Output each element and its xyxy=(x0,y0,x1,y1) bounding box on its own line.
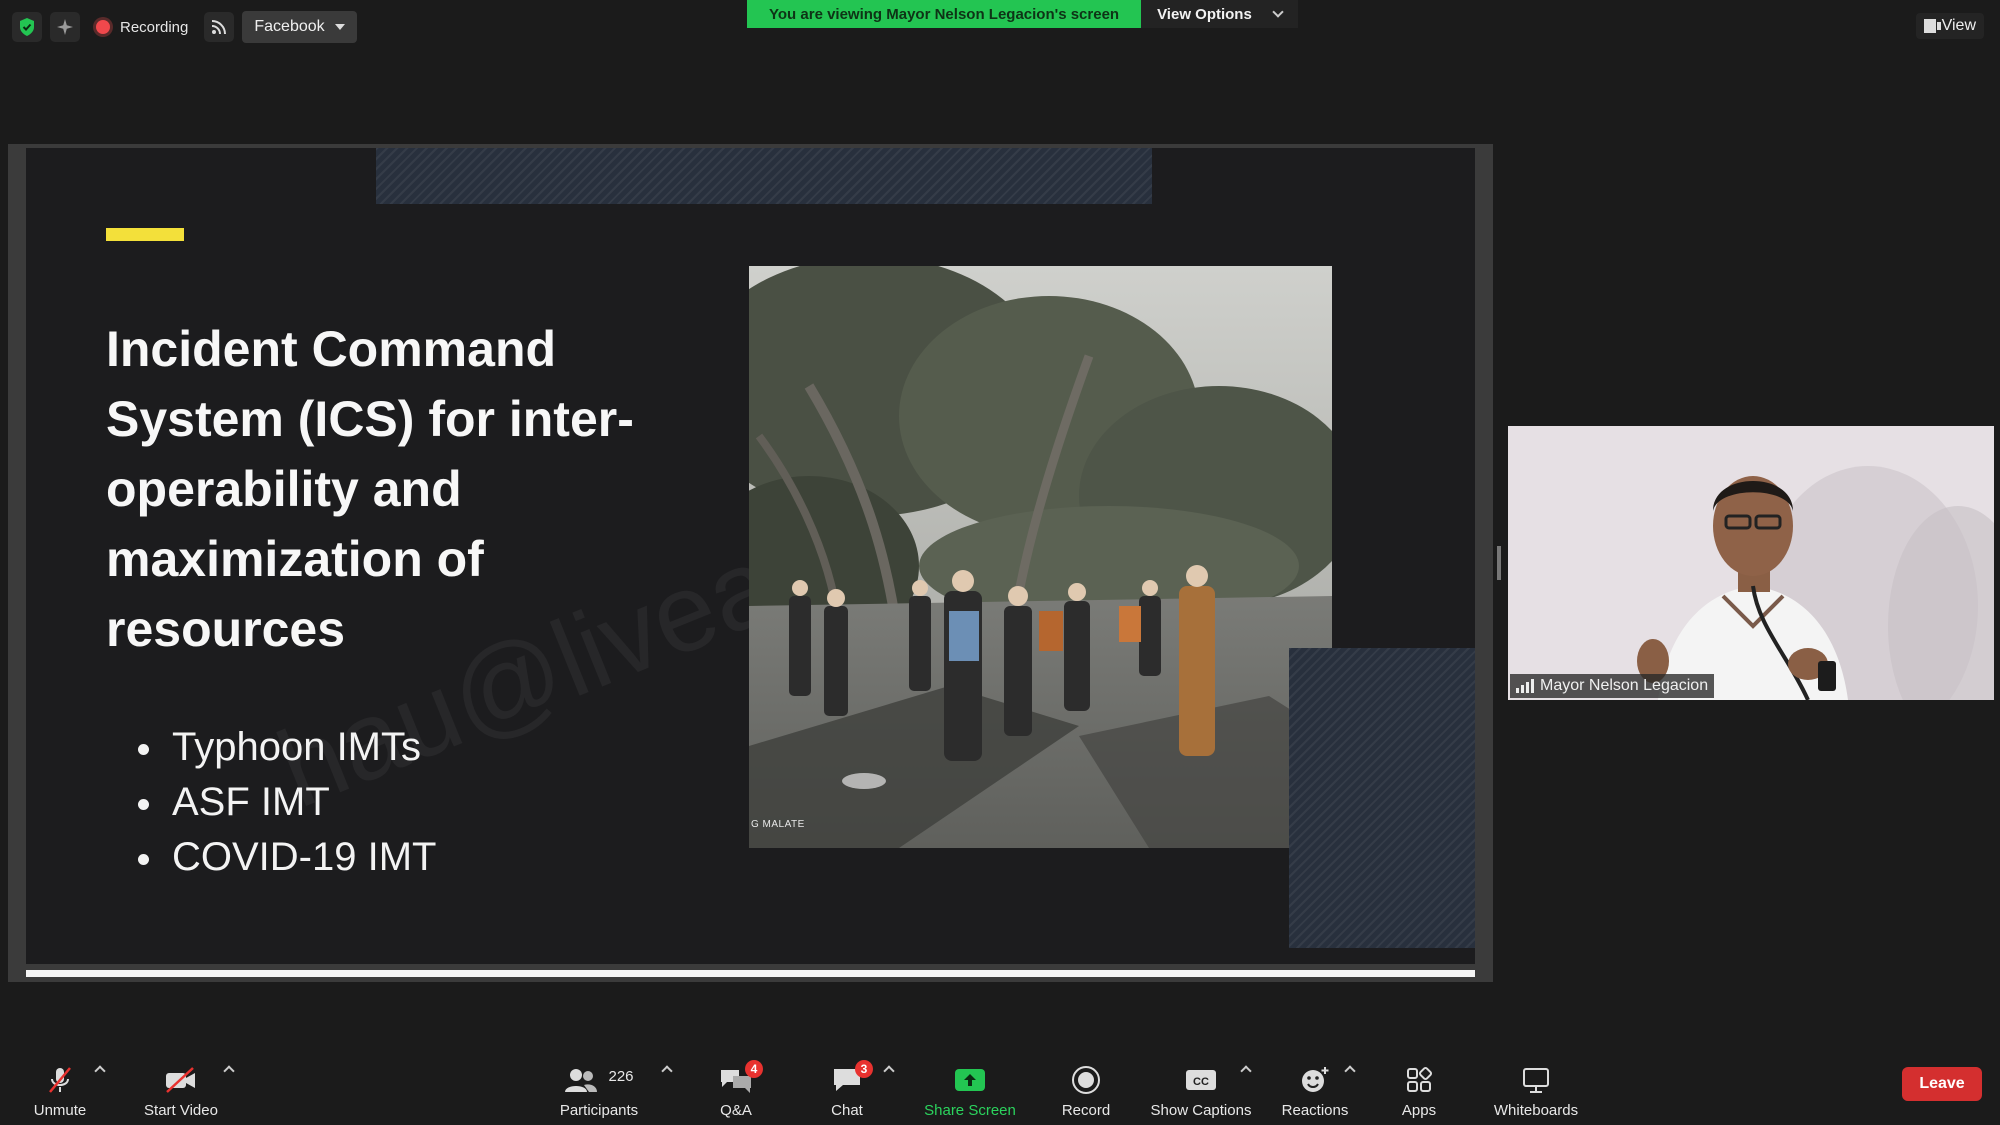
view-button-label: View xyxy=(1941,17,1976,34)
meeting-toolbar: Unmute Start Video 226 Participants 4 Q&… xyxy=(0,1051,2000,1125)
slide-title: Incident Command System (ICS) for inter-… xyxy=(106,321,634,657)
recording-dot-icon xyxy=(96,20,110,34)
viewing-banner: You are viewing Mayor Nelson Legacion's … xyxy=(747,0,1298,28)
live-stream-target-label: Facebook xyxy=(254,18,325,35)
responders-photo xyxy=(749,266,1332,848)
leave-button[interactable]: Leave xyxy=(1902,1067,1982,1101)
caret-down-icon xyxy=(334,24,345,30)
reactions-label: Reactions xyxy=(1281,1102,1349,1119)
presentation-slide: hau@livea Incident Command System (ICS) … xyxy=(26,148,1475,964)
photo-credit: G MALATE xyxy=(751,819,805,830)
whiteboards-button[interactable]: Whiteboards xyxy=(1488,1051,1584,1125)
record-label: Record xyxy=(1061,1102,1111,1119)
share-screen-button[interactable]: Share Screen xyxy=(920,1051,1020,1125)
qa-badge: 4 xyxy=(745,1060,763,1078)
participants-button[interactable]: 226 Participants xyxy=(555,1051,643,1125)
reactions-icon xyxy=(1299,1064,1331,1096)
meeting-window: Recording Facebook You are viewing Mayor… xyxy=(0,0,2000,1125)
share-screen-icon xyxy=(953,1064,987,1096)
recording-indicator[interactable]: Recording xyxy=(88,12,196,42)
participants-icon-group: 226 xyxy=(564,1064,634,1096)
chat-button[interactable]: 3 Chat xyxy=(822,1051,873,1125)
participant-name-tag: Mayor Nelson Legacion xyxy=(1510,674,1715,698)
start-video-button[interactable]: Start Video xyxy=(138,1051,224,1125)
video-off-icon xyxy=(163,1064,199,1096)
chat-badge: 3 xyxy=(855,1060,873,1078)
participant-count: 226 xyxy=(608,1067,634,1085)
recording-label: Recording xyxy=(120,18,189,36)
start-video-label: Start Video xyxy=(144,1102,218,1119)
unmute-label: Unmute xyxy=(33,1102,87,1119)
chevron-down-icon xyxy=(1272,6,1284,18)
chat-icon: 3 xyxy=(831,1060,873,1096)
participant-name: Mayor Nelson Legacion xyxy=(1540,677,1709,694)
participants-label: Participants xyxy=(559,1102,639,1119)
chat-options-caret-icon[interactable] xyxy=(883,1065,895,1077)
qa-label: Q&A xyxy=(720,1102,752,1119)
whiteboards-label: Whiteboards xyxy=(1493,1102,1579,1119)
participants-options-caret-icon[interactable] xyxy=(661,1065,673,1077)
apps-button[interactable]: Apps xyxy=(1394,1051,1444,1125)
closed-captions-icon: CC xyxy=(1184,1064,1218,1096)
show-captions-button[interactable]: CC Show Captions xyxy=(1148,1051,1254,1125)
slide-bullet-list: Typhoon IMTs ASF IMT COVID-19 IMT xyxy=(138,720,436,885)
slide-accent-bar xyxy=(106,228,184,241)
whiteboard-icon xyxy=(1521,1064,1551,1096)
reactions-button[interactable]: Reactions xyxy=(1280,1051,1350,1125)
view-options-button[interactable]: View Options xyxy=(1141,0,1298,28)
speaker-video-feed xyxy=(1508,426,1994,700)
show-captions-label: Show Captions xyxy=(1150,1102,1252,1119)
share-screen-label: Share Screen xyxy=(924,1102,1016,1119)
slide-bottom-rule xyxy=(26,970,1475,977)
record-icon xyxy=(1071,1064,1101,1096)
view-button[interactable]: View xyxy=(1915,13,1984,39)
unmute-button[interactable]: Unmute xyxy=(28,1051,92,1125)
muted-mic-icon xyxy=(45,1064,75,1096)
slide-decoration-band xyxy=(376,148,1152,204)
svg-text:CC: CC xyxy=(1193,1076,1209,1088)
record-button[interactable]: Record xyxy=(1058,1051,1114,1125)
slide-bullet: COVID-19 IMT xyxy=(138,830,436,885)
connection-signal-icon xyxy=(1516,679,1534,693)
panel-resize-handle[interactable] xyxy=(1497,546,1501,580)
slide-photo: G MALATE xyxy=(749,266,1332,848)
participant-video-tile[interactable]: Mayor Nelson Legacion xyxy=(1508,426,1994,700)
top-left-controls: Recording Facebook xyxy=(12,10,357,44)
slide-bullet: ASF IMT xyxy=(138,775,436,830)
video-options-caret-icon[interactable] xyxy=(223,1065,235,1077)
apps-label: Apps xyxy=(1401,1102,1437,1119)
chat-label: Chat xyxy=(831,1102,863,1119)
view-layout-icon xyxy=(1923,19,1941,33)
view-options-label: View Options xyxy=(1157,5,1252,23)
slide-decoration-block xyxy=(1289,648,1475,948)
apps-icon xyxy=(1405,1064,1433,1096)
viewing-screen-label: You are viewing Mayor Nelson Legacion's … xyxy=(747,0,1142,28)
qa-icon: 4 xyxy=(719,1060,763,1096)
qa-button[interactable]: 4 Q&A xyxy=(712,1051,763,1125)
sparkle-icon[interactable] xyxy=(50,12,80,42)
live-stream-dropdown[interactable]: Facebook xyxy=(242,11,357,43)
shared-screen: hau@livea Incident Command System (ICS) … xyxy=(8,144,1493,982)
participants-icon xyxy=(565,1069,598,1092)
rss-icon[interactable] xyxy=(204,12,235,42)
shield-check-icon[interactable] xyxy=(12,12,42,42)
audio-options-caret-icon[interactable] xyxy=(94,1065,106,1077)
slide-bullet: Typhoon IMTs xyxy=(138,720,436,775)
